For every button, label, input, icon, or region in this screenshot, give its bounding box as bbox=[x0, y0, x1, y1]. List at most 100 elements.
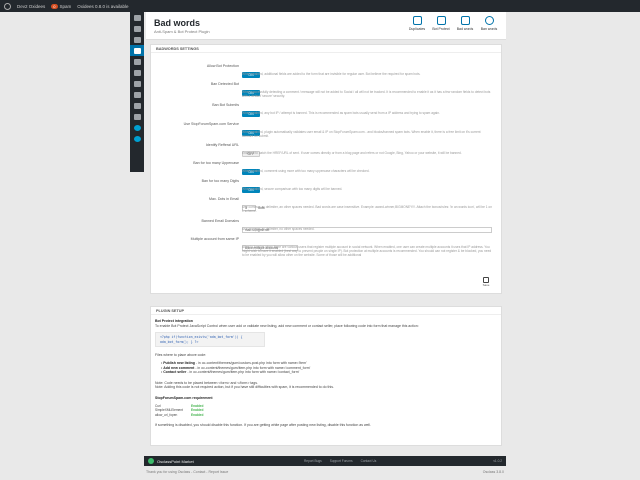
settings-icon bbox=[133, 113, 141, 120]
requirements-title: StopForumSpam.com requirement bbox=[155, 395, 213, 400]
setting-description: When enabled, additional fields are adde… bbox=[242, 72, 421, 76]
nav-label: Bot Protect bbox=[432, 27, 450, 31]
nav-label: Duplicates bbox=[408, 27, 426, 31]
setting-label: Use StopForumSpam.com Service bbox=[183, 122, 239, 126]
file-name: Add new comment bbox=[163, 365, 195, 370]
plugin-setup-panel: PLUGIN SETUP Bot Protect integration To … bbox=[150, 306, 502, 446]
sidebar-item-listings[interactable] bbox=[130, 23, 144, 34]
footer-link-support-forums[interactable]: Support Forums bbox=[330, 459, 353, 463]
file-path: - in oc-content/themes/gum/item.php into… bbox=[195, 365, 311, 370]
plugin-version: v1.0.2 bbox=[493, 459, 502, 463]
site-name-link[interactable]: Dev2 Oxidees bbox=[17, 4, 45, 9]
file-name: Publish new listing bbox=[163, 360, 195, 365]
osclass-version: Osclass 3.8.0 bbox=[482, 470, 504, 474]
site-name: Dev2 Oxidees bbox=[17, 3, 46, 9]
market-brand[interactable]: OsclassPoint Market bbox=[157, 459, 194, 464]
market-footer-bar: OsclassPoint Market Report Bugs Support … bbox=[144, 456, 506, 466]
plugins-icon bbox=[133, 47, 141, 54]
nav-label: Bad words bbox=[456, 27, 474, 31]
sidebar-item-pages[interactable] bbox=[130, 78, 144, 89]
setting-description: Allow to ban ips when there are various … bbox=[242, 245, 492, 258]
wp-logo[interactable] bbox=[4, 2, 11, 10]
file-name: Contact seller bbox=[163, 370, 187, 375]
requirement-status: Enabled bbox=[191, 412, 204, 417]
footer-thanks[interactable]: Thank you for using Osclass - Contact - … bbox=[146, 470, 228, 474]
sidebar-item-dashboard[interactable] bbox=[130, 12, 144, 23]
setting-description: Use commas as delimiter, an other spaces… bbox=[242, 205, 492, 214]
files-title: Files where to place above code: bbox=[155, 353, 207, 358]
file-path: - in oc-content/themes/gum/custom-post.p… bbox=[195, 360, 307, 365]
page-title: Bad words bbox=[154, 18, 201, 28]
footer-link-contact-us[interactable]: Contact Us bbox=[361, 459, 377, 463]
setting-label: Ban Detected Bot bbox=[210, 82, 239, 86]
nav-duplicates[interactable]: Duplicates bbox=[408, 16, 426, 31]
shield-icon bbox=[436, 16, 446, 25]
disabled-note: If something is disabled, you should dis… bbox=[155, 423, 371, 428]
plugin-header: Bad words Anti-Spam & Bot Protect Plugin… bbox=[146, 12, 506, 40]
save-button[interactable]: Save bbox=[481, 277, 491, 287]
admin-footer: Thank you for using Osclass - Contact - … bbox=[146, 470, 504, 474]
requirements-table: Curl Enabled SimpleXMLElement Enabled allo… bbox=[155, 404, 497, 418]
setting-description: When enabled, comment using more with to… bbox=[242, 169, 370, 173]
update-notice-label: Oxidees 0.8.0 is available bbox=[77, 3, 129, 9]
setting-label: Ban Bot Submits bbox=[212, 103, 239, 107]
nav-bot-protect[interactable]: Bot Protect bbox=[432, 16, 450, 31]
integration-code[interactable]: <?php if(function_exists('ada_bot_form')… bbox=[155, 332, 265, 348]
duplicates-icon bbox=[412, 16, 422, 25]
sidebar-item-osclasspoint[interactable] bbox=[130, 133, 144, 144]
file-path: - in oc-content/themes/gum/item.php into… bbox=[187, 370, 300, 375]
update-count-badge: 0 bbox=[51, 3, 58, 9]
setting-label: Allow Bot Protection bbox=[206, 64, 239, 68]
settings-panel: BADWORDS SETTINGS Allow Bot Protection O… bbox=[150, 44, 502, 294]
updates-label: Spam bbox=[59, 3, 72, 9]
media-icon bbox=[133, 36, 141, 43]
admin-sidebar bbox=[130, 12, 144, 172]
osclasspoint-icon bbox=[133, 135, 141, 142]
requirement-name: allow_url_fopen bbox=[155, 412, 178, 417]
settings-heading: BADWORDS SETTINGS bbox=[151, 45, 501, 53]
nav-bad-words[interactable]: Bad words bbox=[456, 16, 474, 31]
integration-title: Bot Protect integration bbox=[155, 319, 193, 323]
setting-label: Multiple account from same IP bbox=[190, 237, 239, 241]
listings-icon bbox=[133, 25, 141, 32]
sidebar-item-stats[interactable] bbox=[130, 89, 144, 100]
admin-bar: Dev2 Oxidees 0 Spam Oxidees 0.8.0 is ava… bbox=[0, 0, 640, 12]
wordpress-icon bbox=[4, 2, 11, 10]
sidebar-item-help[interactable] bbox=[130, 122, 144, 133]
setting-label: Banned Email Domains bbox=[201, 219, 239, 223]
appearance-icon bbox=[133, 58, 141, 65]
tools-icon bbox=[133, 102, 141, 109]
page-subtitle: Anti-Spam & Bot Protect Plugin bbox=[154, 29, 210, 34]
nav-label: Ban words bbox=[480, 27, 498, 31]
pages-icon bbox=[133, 80, 141, 87]
setting-label: Max. Dots in Email bbox=[209, 197, 239, 201]
setting-label: Ban for too many Digits bbox=[201, 179, 239, 183]
sidebar-item-appearance[interactable] bbox=[130, 56, 144, 67]
plugin-setup-content: Bot Protect integration To enable Bot Pr… bbox=[155, 319, 497, 428]
files-list: Publish new listing - in oc-content/them… bbox=[161, 361, 497, 375]
stats-icon bbox=[133, 91, 141, 98]
dashboard-icon bbox=[133, 14, 141, 21]
footer-links: Report Bugs Support Forums Contact Us bbox=[304, 459, 376, 463]
setting-description: When successfully detecting a comment / … bbox=[242, 90, 491, 99]
sidebar-item-tools[interactable] bbox=[130, 100, 144, 111]
sidebar-item-plugins[interactable] bbox=[130, 45, 144, 56]
document-icon bbox=[460, 16, 470, 25]
setting-description: When enabled, secure comparison with too… bbox=[242, 187, 343, 191]
updates-link[interactable]: 0 Spam bbox=[51, 3, 72, 9]
setting-description: When enabled, plugin automatically valid… bbox=[242, 130, 481, 139]
sidebar-item-settings[interactable] bbox=[130, 111, 144, 122]
users-icon bbox=[133, 69, 141, 76]
plugin-nav: Duplicates Bot Protect Bad words Ban wor… bbox=[408, 16, 498, 31]
sidebar-item-media[interactable] bbox=[130, 34, 144, 45]
sidebar-item-users[interactable] bbox=[130, 67, 144, 78]
save-label: Save bbox=[482, 283, 490, 287]
nav-ban-words[interactable]: Ban words bbox=[480, 16, 498, 31]
ban-icon bbox=[484, 16, 494, 25]
setting-label: Identify Refferal URL bbox=[205, 143, 239, 147]
setting-description: Use commas as delimiter, no other spaces… bbox=[242, 227, 315, 231]
integration-text: To enable Bot Protect JavaScript Control… bbox=[155, 323, 419, 328]
setting-label: Ban for too many Uppercase bbox=[193, 161, 239, 165]
footer-link-report-bugs[interactable]: Report Bugs bbox=[304, 459, 322, 463]
update-notice[interactable]: Oxidees 0.8.0 is available bbox=[77, 4, 128, 9]
